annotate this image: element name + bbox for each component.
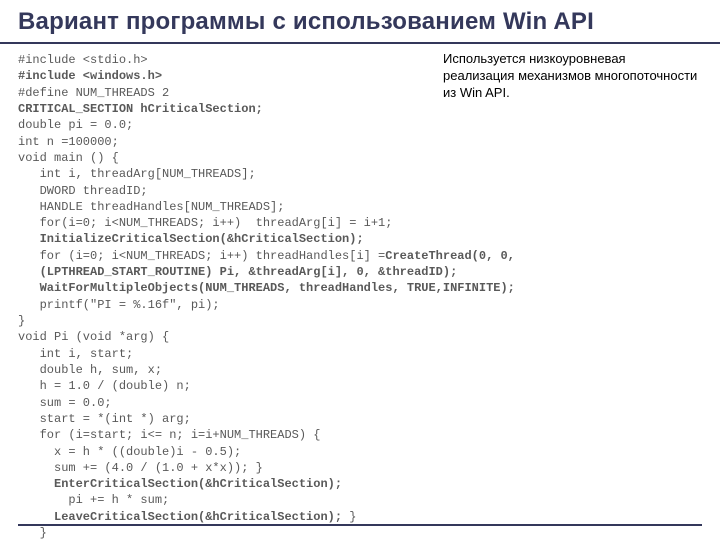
code-line: } [18,526,47,540]
code-line: } [342,510,356,524]
code-line: h = 1.0 / (double) n; [18,379,191,393]
code-line: for(i=0; i<NUM_THREADS; i++) threadArg[i… [18,216,392,230]
code-line: HANDLE threadHandles[NUM_THREADS]; [18,200,284,214]
code-line: EnterCriticalSection(&hCriticalSection); [18,477,342,491]
annotation-text: Используется низкоуровневая реализация м… [443,50,698,101]
code-line: void main () { [18,151,119,165]
code-line: pi += h * sum; [18,493,169,507]
code-line: x = h * ((double)i - 0.5); [18,445,241,459]
code-line: InitializeCriticalSection(&hCriticalSect… [18,232,364,246]
code-line: CreateThread(0, 0, [385,249,515,263]
code-line: (LPTHREAD_START_ROUTINE) Pi, &threadArg[… [18,265,457,279]
code-line: #define NUM_THREADS 2 [18,86,169,100]
code-block: #include <stdio.h> #include <windows.h> … [18,52,515,541]
code-line: double h, sum, x; [18,363,162,377]
code-line: double pi = 0.0; [18,118,133,132]
code-line: sum += (4.0 / (1.0 + x*x)); } [18,461,263,475]
code-line: void Pi (void *arg) { [18,330,169,344]
code-line: #include <windows.h> [18,69,162,83]
footer-divider [18,524,702,526]
code-line: for (i=start; i<= n; i=i+NUM_THREADS) { [18,428,320,442]
content-area: #include <stdio.h> #include <windows.h> … [0,44,720,541]
slide-title: Вариант программы c использованием Win A… [0,0,720,44]
code-line: LeaveCriticalSection(&hCriticalSection); [18,510,342,524]
code-line: printf("PI = %.16f", pi); [18,298,220,312]
code-line: CRITICAL_SECTION hCriticalSection; [18,102,263,116]
code-line: DWORD threadID; [18,184,148,198]
code-line: start = *(int *) arg; [18,412,191,426]
code-line: #include <stdio.h> [18,53,148,67]
code-line: int i, start; [18,347,133,361]
code-line: for (i=0; i<NUM_THREADS; i++) threadHand… [18,249,385,263]
code-line: WaitForMultipleObjects(NUM_THREADS, thre… [18,281,515,295]
code-line: int n =100000; [18,135,119,149]
code-line: sum = 0.0; [18,396,112,410]
code-line: } [18,314,25,328]
code-line: int i, threadArg[NUM_THREADS]; [18,167,256,181]
